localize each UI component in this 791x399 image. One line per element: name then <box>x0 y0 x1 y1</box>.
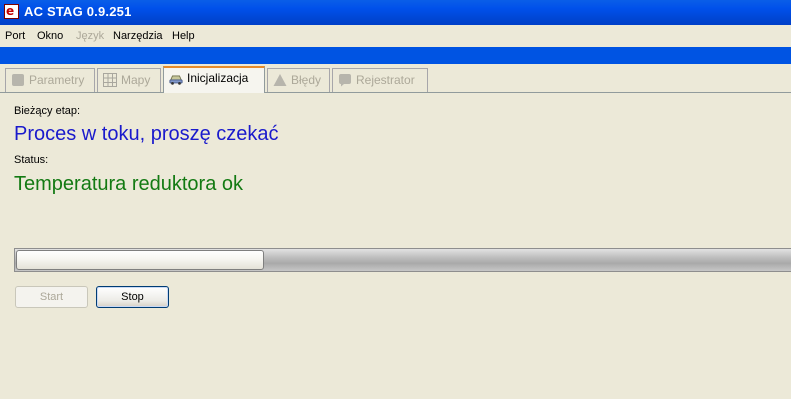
map-grid-icon <box>103 73 117 87</box>
initialization-panel: Bieżący etap: Proces w toku, proszę czek… <box>0 93 791 399</box>
tab-label: Rejestrator <box>356 73 415 87</box>
status-value: Temperatura reduktora ok <box>14 173 244 195</box>
warning-icon <box>273 74 287 86</box>
window-titlebar[interactable]: e AC STAG 0.9.251 <box>0 0 791 25</box>
window-title: AC STAG 0.9.251 <box>24 4 132 19</box>
recorder-icon <box>339 74 351 87</box>
menubar: Port Okno Język Narzędzia Help <box>0 25 791 46</box>
tab-label: Mapy <box>121 73 151 87</box>
menu-okno[interactable]: Okno <box>37 30 63 42</box>
tab-label: Parametry <box>29 73 85 87</box>
start-button: Start <box>15 286 88 308</box>
status-label: Status: <box>14 154 49 166</box>
tab-rejestrator: Rejestrator <box>332 68 428 92</box>
menu-help[interactable]: Help <box>172 30 195 42</box>
tab-strip: Parametry Mapy Inicjalizacja Błędy Rejes… <box>0 65 791 94</box>
menu-port[interactable]: Port <box>5 30 25 42</box>
menu-narzedzia[interactable]: Narzędzia <box>113 30 163 42</box>
current-stage-value: Proces w toku, proszę czekać <box>14 123 279 145</box>
toolbar-strip <box>0 47 791 64</box>
tab-parametry: Parametry <box>5 68 95 92</box>
progress-fill <box>16 250 264 270</box>
tab-label: Inicjalizacja <box>187 71 249 85</box>
parameters-icon <box>12 74 24 86</box>
progress-bar <box>14 248 791 272</box>
tab-inicjalizacja[interactable]: Inicjalizacja <box>163 66 265 94</box>
car-icon <box>169 75 183 85</box>
tab-label: Błędy <box>291 73 322 87</box>
menu-jezyk: Język <box>76 30 105 42</box>
current-stage-label: Bieżący etap: <box>14 105 81 117</box>
stop-button[interactable]: Stop <box>96 286 169 308</box>
tab-bledy: Błędy <box>267 68 330 92</box>
tab-mapy: Mapy <box>97 68 161 92</box>
ac-stag-logo-icon: e <box>4 4 19 19</box>
